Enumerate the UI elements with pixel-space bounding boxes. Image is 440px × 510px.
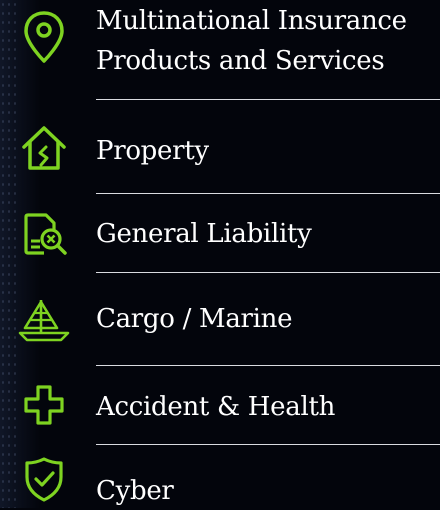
shield-check-icon	[14, 454, 74, 504]
item-label: Accident & Health	[96, 392, 336, 422]
list-item-property[interactable]: Property	[0, 100, 440, 194]
location-pin-icon	[14, 6, 74, 70]
item-label: Cargo / Marine	[96, 304, 293, 334]
item-label: Property	[96, 136, 209, 166]
item-label-line2: Products and Services	[96, 46, 385, 76]
medical-cross-icon	[14, 379, 74, 431]
list-item-cyber[interactable]: Cyber	[0, 444, 440, 508]
document-search-icon	[14, 207, 74, 261]
house-icon	[14, 120, 74, 176]
item-label: General Liability	[96, 219, 312, 249]
list-item-accident-health[interactable]: Accident & Health	[0, 365, 440, 445]
item-label: Cyber	[96, 476, 174, 506]
item-label-line1: Multinational Insurance	[96, 6, 407, 36]
list-item-cargo-marine[interactable]: Cargo / Marine	[0, 272, 440, 366]
sailboat-icon	[14, 292, 74, 348]
list-item-multinational[interactable]: Multinational Insurance Products and Ser…	[0, 0, 440, 100]
list-item-general-liability[interactable]: General Liability	[0, 193, 440, 273]
insurance-products-list: Multinational Insurance Products and Ser…	[0, 0, 440, 508]
